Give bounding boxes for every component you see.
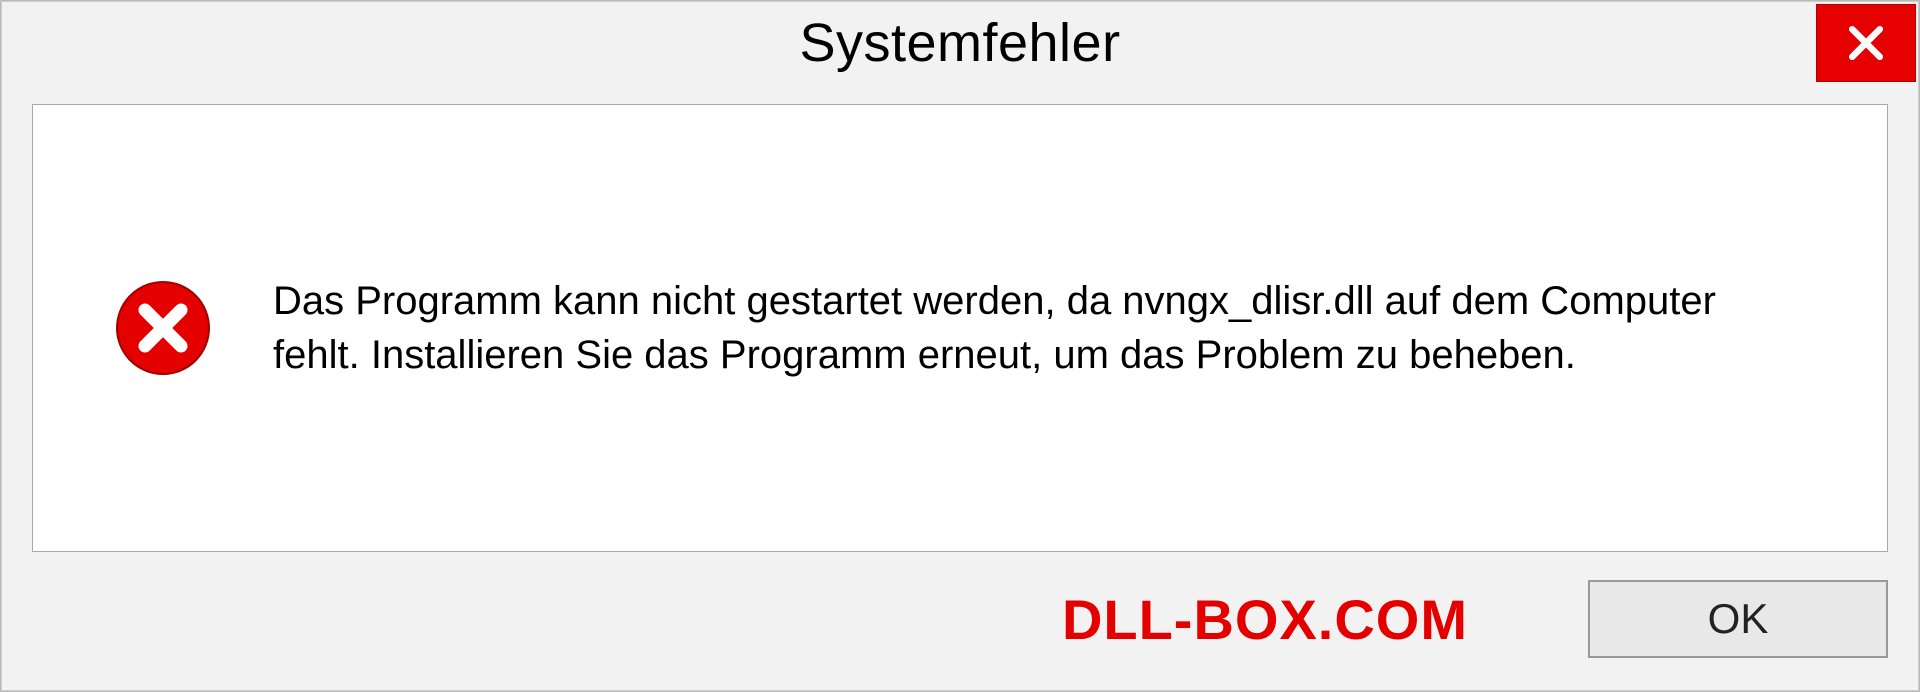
content-box: Das Programm kann nicht gestartet werden… bbox=[32, 104, 1888, 552]
close-icon bbox=[1843, 20, 1889, 66]
error-icon bbox=[113, 278, 213, 378]
ok-button-label: OK bbox=[1708, 595, 1769, 643]
error-dialog: Systemfehler Das Programm kann nicht ges… bbox=[1, 1, 1919, 691]
ok-button[interactable]: OK bbox=[1588, 580, 1888, 658]
close-button[interactable] bbox=[1816, 4, 1916, 82]
titlebar: Systemfehler bbox=[2, 2, 1918, 90]
footer: DLL-BOX.COM OK bbox=[2, 552, 1918, 690]
error-message: Das Programm kann nicht gestartet werden… bbox=[273, 274, 1773, 382]
dialog-title: Systemfehler bbox=[799, 12, 1120, 74]
watermark-text: DLL-BOX.COM bbox=[1062, 587, 1468, 652]
